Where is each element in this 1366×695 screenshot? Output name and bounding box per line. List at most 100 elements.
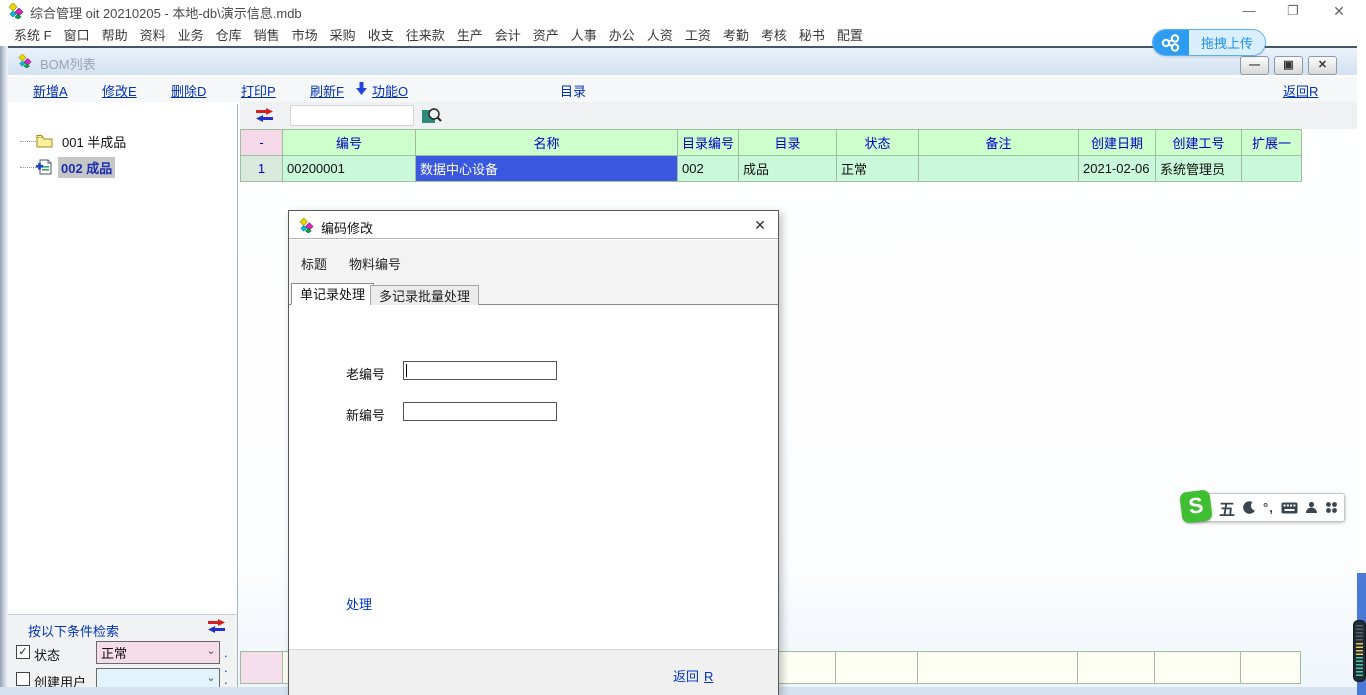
status-value: 正常 [97, 643, 203, 662]
dialog-footer: 返回R [289, 649, 778, 695]
menu-item-hr2[interactable]: 人资 [647, 25, 673, 44]
dialog-tabstrip: 单记录处理 多记录批量处理 [289, 283, 778, 305]
tree-connector [20, 167, 36, 168]
menu-item-salary[interactable]: 工资 [685, 25, 711, 44]
footer-cell[interactable] [836, 652, 918, 684]
drag-upload-button[interactable]: 拖拽上传 [1152, 29, 1266, 56]
bom-close-button[interactable]: ✕ [1308, 56, 1337, 75]
menu-item-office[interactable]: 办公 [609, 25, 635, 44]
keyboard-icon[interactable] [1281, 502, 1298, 514]
swap-columns-icon[interactable] [256, 108, 273, 122]
bom-minimize-button[interactable]: — [1240, 56, 1269, 75]
swap-columns-icon[interactable] [208, 619, 225, 633]
modify-button[interactable]: 修改E [102, 81, 137, 100]
search-icon[interactable] [422, 106, 442, 124]
menu-item-config[interactable]: 配置 [837, 25, 863, 44]
menu-item-window[interactable]: 窗口 [64, 25, 90, 44]
cell-catalog-code[interactable]: 002 [678, 156, 739, 182]
menu-item-secretary[interactable]: 秘书 [799, 25, 825, 44]
menu-item-data[interactable]: 资料 [140, 25, 166, 44]
footer-cell[interactable] [241, 652, 283, 684]
add-button[interactable]: 新增A [33, 81, 68, 100]
cell-index[interactable]: 1 [241, 156, 283, 182]
old-code-label: 老编号 [346, 364, 385, 383]
cell-create-user[interactable]: 系统管理员 [1156, 156, 1242, 182]
quick-search-input[interactable] [290, 105, 414, 126]
creator-checkbox[interactable] [16, 672, 30, 686]
right-scrollbar-thumb[interactable] [1353, 620, 1366, 682]
menu-item-hr[interactable]: 人事 [571, 25, 597, 44]
back-button[interactable]: 返回R [1283, 81, 1318, 100]
cell-catalog[interactable]: 成品 [739, 156, 837, 182]
ime-punctuation-mode[interactable]: °, [1263, 500, 1274, 515]
toolbox-grid-icon[interactable] [1325, 501, 1338, 514]
footer-cell[interactable] [1241, 652, 1301, 684]
process-link[interactable]: 处理 [346, 594, 372, 613]
dialog-back-button[interactable]: 返回R [673, 666, 713, 685]
tree-item-label: 001 半成品 [59, 131, 129, 152]
folder-icon [36, 134, 53, 148]
menu-item-sales[interactable]: 销售 [254, 25, 280, 44]
header-remark[interactable]: 备注 [919, 130, 1079, 156]
header-name[interactable]: 名称 [416, 130, 678, 156]
menu-item-warehouse[interactable]: 仓库 [216, 25, 242, 44]
thumb-stripes [1356, 625, 1363, 642]
menu-item-business[interactable]: 业务 [178, 25, 204, 44]
bom-restore-button[interactable]: ▣ [1274, 56, 1303, 75]
menu-item-payments[interactable]: 收支 [368, 25, 394, 44]
bom-toolbar: 新增A 修改E 删除D 打印P 刷新F 功能O 目录 返回R [8, 77, 1357, 102]
menu-item-accounts[interactable]: 往来款 [406, 25, 445, 44]
menu-item-attendance[interactable]: 考勤 [723, 25, 749, 44]
ime-wubi-mode[interactable]: 五 [1219, 496, 1235, 520]
menu-item-accounting[interactable]: 会计 [495, 25, 521, 44]
header-ext1[interactable]: 扩展一 [1242, 130, 1302, 156]
app-close-button[interactable]: ✕ [1322, 0, 1356, 22]
header-catalog[interactable]: 目录 [739, 130, 837, 156]
menu-item-assets[interactable]: 资产 [533, 25, 559, 44]
moon-icon[interactable] [1242, 501, 1256, 515]
footer-cell[interactable] [918, 652, 1078, 684]
app-maximize-button[interactable]: ❐ [1276, 0, 1310, 22]
tree-item-finished[interactable]: 002 成品 [8, 156, 237, 178]
new-code-label: 新编号 [346, 405, 385, 424]
cell-name-selected[interactable]: 数据中心设备 [416, 156, 678, 182]
cell-code[interactable]: 00200001 [283, 156, 416, 182]
tab-single-record[interactable]: 单记录处理 [291, 283, 374, 305]
old-code-input[interactable] [403, 361, 557, 380]
upload-cloud-icon [1153, 30, 1189, 55]
cell-remark[interactable] [919, 156, 1079, 182]
app-minimize-button[interactable]: — [1232, 0, 1266, 22]
status-combobox[interactable]: 正常 [96, 641, 220, 664]
menu-item-system[interactable]: 系统 F [14, 25, 52, 44]
status-checkbox[interactable]: ✓ [16, 645, 30, 659]
cell-status[interactable]: 正常 [837, 156, 919, 182]
footer-cell[interactable] [1155, 652, 1241, 684]
cell-create-date[interactable]: 2021-02-06 [1079, 156, 1156, 182]
header-create-user[interactable]: 创建工号 [1156, 130, 1242, 156]
new-code-input[interactable] [403, 402, 557, 421]
refresh-button[interactable]: 刷新F [310, 81, 344, 100]
header-create-date[interactable]: 创建日期 [1079, 130, 1156, 156]
functions-button[interactable]: 功能O [372, 81, 408, 100]
header-code[interactable]: 编号 [283, 130, 416, 156]
ime-logo-icon[interactable]: S [1179, 489, 1213, 523]
tree-item-semifinished[interactable]: 001 半成品 [8, 130, 237, 152]
cell-ext1[interactable] [1242, 156, 1302, 182]
menu-item-market[interactable]: 市场 [292, 25, 318, 44]
print-button[interactable]: 打印P [241, 81, 276, 100]
chevron-down-icon [203, 646, 219, 659]
menu-item-purchase[interactable]: 采购 [330, 25, 356, 44]
menu-item-help[interactable]: 帮助 [102, 25, 128, 44]
tab-batch-records[interactable]: 多记录批量处理 [370, 285, 479, 305]
user-icon[interactable] [1305, 501, 1318, 514]
back-shortcut: R [704, 669, 713, 684]
dialog-close-button[interactable]: ✕ [750, 215, 770, 235]
header-catalog-code[interactable]: 目录编号 [678, 130, 739, 156]
header-index[interactable]: - [241, 130, 283, 156]
delete-button[interactable]: 删除D [171, 81, 206, 100]
chevron-down-icon [203, 673, 219, 686]
header-status[interactable]: 状态 [837, 130, 919, 156]
footer-cell[interactable] [1078, 652, 1155, 684]
menu-item-assessment[interactable]: 考核 [761, 25, 787, 44]
menu-item-production[interactable]: 生产 [457, 25, 483, 44]
